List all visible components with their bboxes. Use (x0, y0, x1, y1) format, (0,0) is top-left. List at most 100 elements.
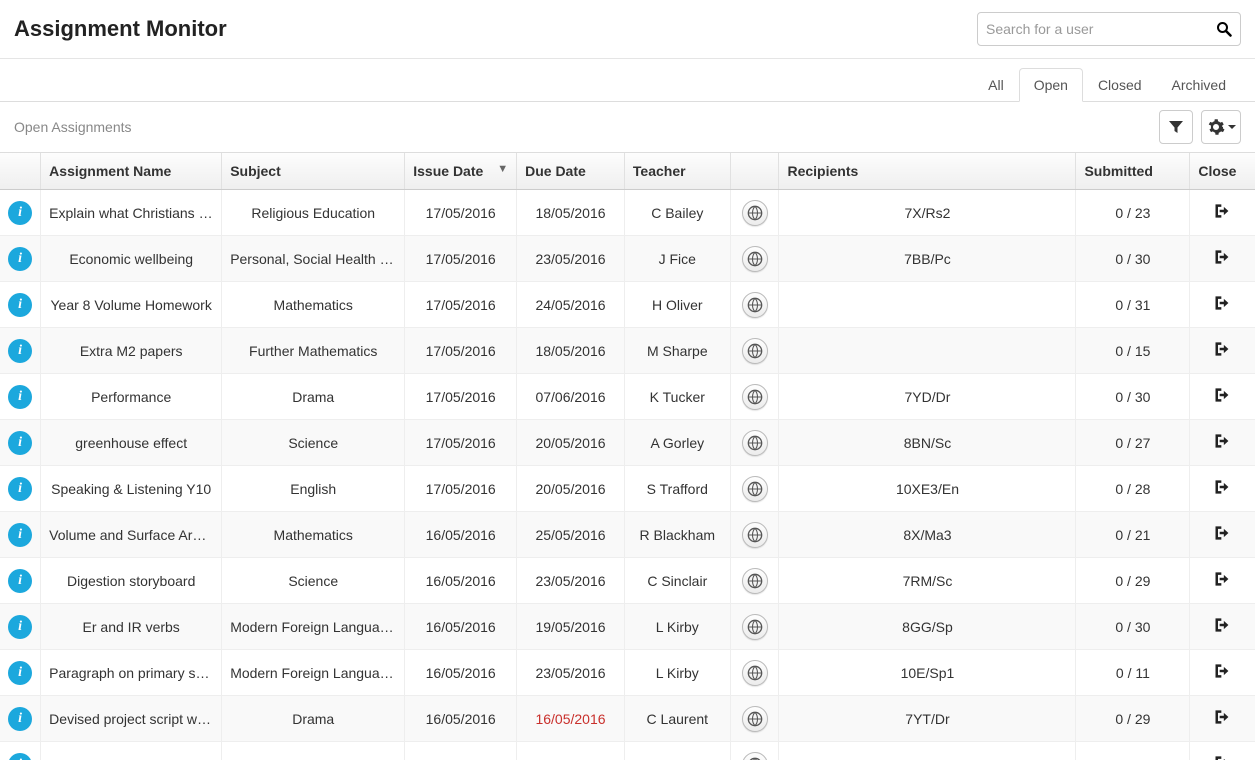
globe-icon[interactable] (742, 568, 768, 594)
close-icon[interactable] (1213, 254, 1233, 270)
col-submitted[interactable]: Submitted (1076, 153, 1190, 190)
info-cell[interactable]: i (0, 742, 41, 760)
view-cell[interactable] (730, 696, 779, 742)
subject-cell: Drama (222, 696, 405, 742)
globe-icon[interactable] (742, 522, 768, 548)
view-cell[interactable] (730, 466, 779, 512)
view-cell[interactable] (730, 512, 779, 558)
tab-closed[interactable]: Closed (1083, 68, 1157, 102)
col-recipients[interactable]: Recipients (779, 153, 1076, 190)
close-icon[interactable] (1213, 484, 1233, 500)
globe-icon[interactable] (742, 200, 768, 226)
close-icon[interactable] (1213, 392, 1233, 408)
globe-icon[interactable] (742, 338, 768, 364)
info-icon[interactable]: i (8, 753, 32, 760)
settings-button[interactable] (1201, 110, 1241, 144)
close-cell[interactable] (1190, 282, 1255, 328)
col-subject[interactable]: Subject (222, 153, 405, 190)
close-cell[interactable] (1190, 328, 1255, 374)
globe-icon[interactable] (742, 706, 768, 732)
info-icon[interactable]: i (8, 339, 32, 363)
info-cell[interactable]: i (0, 604, 41, 650)
close-cell[interactable] (1190, 466, 1255, 512)
view-cell[interactable] (730, 328, 779, 374)
info-icon[interactable]: i (8, 201, 32, 225)
close-cell[interactable] (1190, 420, 1255, 466)
info-icon[interactable]: i (8, 293, 32, 317)
close-cell[interactable] (1190, 696, 1255, 742)
close-icon[interactable] (1213, 346, 1233, 362)
search-container[interactable] (977, 12, 1241, 46)
view-cell[interactable] (730, 374, 779, 420)
col-teacher[interactable]: Teacher (624, 153, 730, 190)
view-cell[interactable] (730, 420, 779, 466)
close-cell[interactable] (1190, 558, 1255, 604)
globe-icon[interactable] (742, 752, 768, 760)
close-cell[interactable] (1190, 604, 1255, 650)
tab-archived[interactable]: Archived (1157, 68, 1241, 102)
table-viewport[interactable]: Assignment Name Subject Issue Date ▼ Due… (0, 152, 1255, 760)
col-close[interactable]: Close (1190, 153, 1255, 190)
close-icon[interactable] (1213, 668, 1233, 684)
teacher-cell: A Gorley (624, 420, 730, 466)
info-cell[interactable]: i (0, 328, 41, 374)
view-cell[interactable] (730, 236, 779, 282)
info-cell[interactable]: i (0, 420, 41, 466)
info-icon[interactable]: i (8, 523, 32, 547)
close-icon[interactable] (1213, 300, 1233, 316)
info-icon[interactable]: i (8, 661, 32, 685)
subject-cell: Religious Education (222, 190, 405, 236)
search-input[interactable] (986, 21, 1216, 37)
globe-icon[interactable] (742, 430, 768, 456)
close-icon[interactable] (1213, 714, 1233, 730)
globe-icon[interactable] (742, 614, 768, 640)
close-cell[interactable] (1190, 512, 1255, 558)
close-cell[interactable] (1190, 650, 1255, 696)
view-cell[interactable] (730, 650, 779, 696)
globe-icon[interactable] (742, 246, 768, 272)
col-due-date[interactable]: Due Date (517, 153, 625, 190)
info-cell[interactable]: i (0, 650, 41, 696)
close-cell[interactable] (1190, 236, 1255, 282)
due-cell: 20/05/2016 (517, 420, 625, 466)
info-cell[interactable]: i (0, 374, 41, 420)
info-cell[interactable]: i (0, 696, 41, 742)
info-icon[interactable]: i (8, 431, 32, 455)
view-cell[interactable] (730, 558, 779, 604)
col-name[interactable]: Assignment Name (41, 153, 222, 190)
globe-icon[interactable] (742, 292, 768, 318)
col-view[interactable] (730, 153, 779, 190)
info-icon[interactable]: i (8, 707, 32, 731)
close-cell[interactable] (1190, 742, 1255, 760)
tab-all[interactable]: All (973, 68, 1019, 102)
info-cell[interactable]: i (0, 512, 41, 558)
globe-icon[interactable] (742, 384, 768, 410)
info-cell[interactable]: i (0, 282, 41, 328)
info-icon[interactable]: i (8, 569, 32, 593)
close-cell[interactable] (1190, 190, 1255, 236)
filter-button[interactable] (1159, 110, 1193, 144)
info-icon[interactable]: i (8, 247, 32, 271)
info-cell[interactable]: i (0, 558, 41, 604)
view-cell[interactable] (730, 604, 779, 650)
globe-icon[interactable] (742, 660, 768, 686)
info-icon[interactable]: i (8, 477, 32, 501)
globe-icon[interactable] (742, 476, 768, 502)
view-cell[interactable] (730, 742, 779, 760)
info-icon[interactable]: i (8, 385, 32, 409)
close-icon[interactable] (1213, 208, 1233, 224)
info-icon[interactable]: i (8, 615, 32, 639)
view-cell[interactable] (730, 190, 779, 236)
close-icon[interactable] (1213, 622, 1233, 638)
close-cell[interactable] (1190, 374, 1255, 420)
info-cell[interactable]: i (0, 466, 41, 512)
info-cell[interactable]: i (0, 236, 41, 282)
col-info[interactable] (0, 153, 41, 190)
info-cell[interactable]: i (0, 190, 41, 236)
close-icon[interactable] (1213, 530, 1233, 546)
close-icon[interactable] (1213, 438, 1233, 454)
view-cell[interactable] (730, 282, 779, 328)
col-issue-date[interactable]: Issue Date ▼ (405, 153, 517, 190)
tab-open[interactable]: Open (1019, 68, 1083, 102)
close-icon[interactable] (1213, 576, 1233, 592)
